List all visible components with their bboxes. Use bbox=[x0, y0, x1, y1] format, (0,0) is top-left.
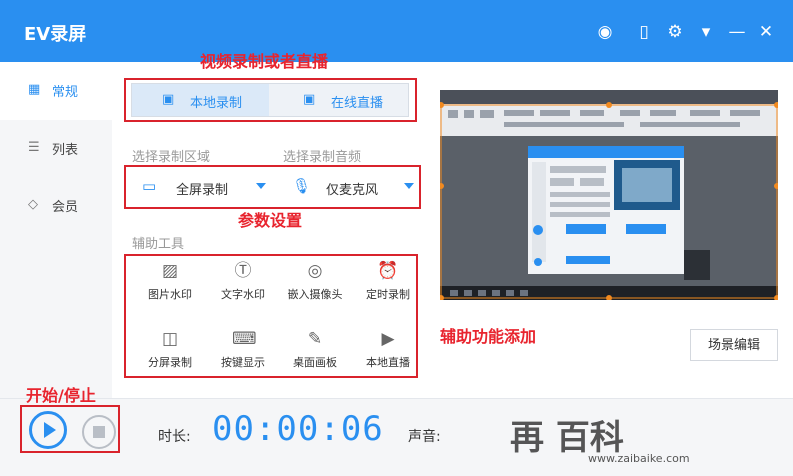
preview-screen[interactable] bbox=[438, 90, 780, 301]
tab-live-stream[interactable]: ▣ 在线直播 bbox=[269, 84, 408, 116]
microphone-icon: 🎙 bbox=[292, 177, 312, 195]
duration-timer: 00:00:06 bbox=[212, 409, 384, 449]
tool-label: 本地直播 bbox=[366, 356, 410, 369]
tool-label: 桌面画板 bbox=[293, 356, 337, 369]
close-icon[interactable]: ✕ bbox=[756, 22, 776, 42]
menu-icon[interactable]: ▾ bbox=[696, 22, 716, 42]
record-area-value: 全屏录制 bbox=[176, 183, 229, 198]
record-audio-label: 选择录制音频 bbox=[283, 150, 362, 165]
record-audio-select[interactable]: 🎙 仅麦克风 bbox=[280, 169, 418, 205]
annotation-params: 参数设置 bbox=[238, 211, 303, 230]
tool-key-display[interactable]: ⌨ 按键显示 bbox=[211, 326, 275, 378]
start-button[interactable] bbox=[29, 411, 67, 449]
record-audio-value: 仅麦克风 bbox=[326, 183, 379, 198]
tool-text-watermark[interactable]: Ⓣ 文字水印 bbox=[211, 258, 275, 310]
local-live-icon: ▶ bbox=[381, 329, 395, 349]
user-icon[interactable]: ◉ bbox=[595, 22, 615, 42]
stop-button[interactable] bbox=[82, 415, 116, 449]
tool-desktop-board[interactable]: ✎ 桌面画板 bbox=[283, 326, 347, 378]
sidebar-item-list[interactable]: ☰ 列表 bbox=[0, 120, 112, 178]
minimize-icon[interactable]: — bbox=[727, 22, 747, 42]
tool-image-watermark[interactable]: ▨ 图片水印 bbox=[138, 258, 202, 310]
stop-icon bbox=[93, 426, 105, 438]
tool-embed-webcam[interactable]: ◎ 嵌入摄像头 bbox=[283, 258, 347, 310]
record-area-select[interactable]: ▭ 全屏录制 bbox=[130, 169, 270, 205]
grid-icon: ▦ bbox=[28, 82, 41, 97]
tool-label: 图片水印 bbox=[148, 288, 192, 301]
tool-label: 定时录制 bbox=[366, 288, 410, 301]
webcam-icon: ◎ bbox=[307, 261, 323, 281]
keyboard-icon: ⌨ bbox=[232, 329, 257, 349]
settings-icon[interactable]: ⚙ bbox=[665, 22, 685, 42]
chevron-down-icon bbox=[256, 183, 266, 189]
tool-split-screen[interactable]: ◫ 分屏录制 bbox=[138, 326, 202, 378]
tool-label: 分屏录制 bbox=[148, 356, 192, 369]
tool-label: 文字水印 bbox=[221, 288, 265, 301]
record-area-label: 选择录制区域 bbox=[132, 150, 211, 165]
tools-title: 辅助工具 bbox=[132, 237, 185, 252]
tab-local-record[interactable]: ▣ 本地录制 bbox=[132, 84, 269, 116]
sidebar-item-general[interactable]: ▦ 常规 bbox=[0, 62, 112, 120]
duration-label: 时长: bbox=[158, 429, 191, 445]
diamond-icon: ◇ bbox=[28, 197, 38, 212]
sidebar-item-label: 列表 bbox=[52, 143, 79, 158]
annotation-tools: 辅助功能添加 bbox=[440, 327, 537, 346]
mode-tabs: ▣ 本地录制 ▣ 在线直播 bbox=[131, 83, 409, 117]
tool-scheduled-record[interactable]: ⏰ 定时录制 bbox=[356, 258, 420, 310]
phone-icon[interactable]: ▯ bbox=[634, 22, 654, 42]
text-icon: Ⓣ bbox=[234, 261, 252, 281]
list-icon: ☰ bbox=[28, 140, 40, 155]
annotation-mode: 视频录制或者直播 bbox=[200, 52, 329, 71]
tool-local-live[interactable]: ▶ 本地直播 bbox=[356, 326, 420, 378]
tab-local-label: 本地录制 bbox=[190, 96, 243, 111]
monitor-icon: ▭ bbox=[142, 177, 157, 195]
tool-label: 嵌入摄像头 bbox=[287, 288, 343, 301]
play-icon bbox=[44, 422, 56, 438]
sidebar-item-vip[interactable]: ◇ 会员 bbox=[0, 177, 112, 235]
tv-icon: ▣ bbox=[303, 92, 316, 107]
video-icon: ▣ bbox=[162, 92, 175, 107]
preview-thumbnail bbox=[438, 90, 780, 301]
scene-edit-button[interactable]: 场景编辑 bbox=[690, 329, 778, 361]
drawing-board-icon: ✎ bbox=[307, 329, 323, 349]
split-screen-icon: ◫ bbox=[161, 329, 179, 349]
annotation-start-stop: 开始/停止 bbox=[26, 386, 96, 405]
app-title: EV录屏 bbox=[24, 24, 87, 45]
tool-label: 按键显示 bbox=[221, 356, 265, 369]
sidebar-item-label: 常规 bbox=[52, 85, 79, 100]
alarm-clock-icon: ⏰ bbox=[377, 261, 399, 281]
sidebar-item-label: 会员 bbox=[52, 200, 79, 215]
watermark-url: www.zaibaike.com bbox=[588, 452, 690, 465]
image-icon: ▨ bbox=[161, 261, 179, 281]
tab-live-label: 在线直播 bbox=[331, 96, 384, 111]
sound-label: 声音: bbox=[408, 429, 441, 445]
chevron-down-icon bbox=[404, 183, 414, 189]
